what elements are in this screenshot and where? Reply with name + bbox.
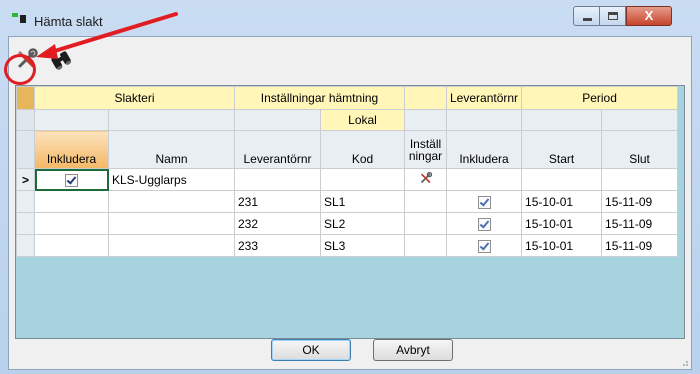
dialog-window: Hämta slakt X Slakteri Inställningar häm…	[0, 0, 700, 374]
checkbox-checked[interactable]	[477, 239, 491, 253]
sub-header-row: Lokal	[16, 109, 679, 131]
title-bar[interactable]: Hämta slakt X	[0, 0, 700, 36]
settings-cell[interactable]	[404, 168, 447, 191]
cell-leverantornr[interactable]: 231	[234, 190, 321, 213]
include-2-cell[interactable]	[445, 234, 523, 257]
cancel-button[interactable]: Avbryt	[373, 339, 453, 361]
wrench-screwdriver-icon[interactable]	[417, 170, 435, 186]
toolbar	[9, 37, 691, 81]
row-header[interactable]	[16, 212, 35, 235]
include-checkbox-cell[interactable]	[34, 168, 109, 191]
cell-kod[interactable]: SL3	[320, 234, 405, 257]
cell-start[interactable]: 15-10-01	[521, 234, 603, 257]
cell-namn[interactable]	[108, 190, 235, 213]
row-header[interactable]	[16, 234, 35, 257]
settings-cell[interactable]	[404, 190, 447, 213]
app-icon	[12, 13, 26, 23]
column-header-installningar[interactable]: Inställ ningar	[404, 130, 447, 169]
corner-cell	[16, 86, 35, 110]
settings-cell[interactable]	[404, 234, 447, 257]
window-title: Hämta slakt	[34, 14, 103, 29]
cell-slut[interactable]: 15-11-09	[601, 190, 679, 213]
column-header-inkludera-2[interactable]: Inkludera	[445, 130, 523, 169]
column-header-row: Inkludera Namn Leverantörnr Kod Inställ …	[16, 130, 679, 169]
group-header-slakteri: Slakteri	[34, 86, 235, 110]
minimize-icon	[583, 18, 592, 21]
data-grid[interactable]: Slakteri Inställningar hämtning Leverant…	[15, 85, 685, 339]
column-header-slut[interactable]: Slut	[601, 130, 679, 169]
select-all-cell[interactable]	[16, 130, 35, 169]
cell-slut[interactable]	[601, 168, 679, 191]
include-checkbox-cell[interactable]	[34, 234, 109, 257]
group-header-empty	[404, 86, 447, 110]
maximize-button[interactable]	[599, 6, 626, 26]
cell-kod[interactable]	[320, 168, 405, 191]
column-header-start[interactable]: Start	[521, 130, 603, 169]
binoculars-icon	[51, 51, 72, 70]
include-2-cell[interactable]	[445, 190, 523, 213]
include-2-cell[interactable]	[445, 168, 523, 191]
cell-slut[interactable]: 15-11-09	[601, 212, 679, 235]
cell-start[interactable]: 15-10-01	[521, 212, 603, 235]
checkbox-checked[interactable]	[477, 195, 491, 209]
checkbox-checked[interactable]	[477, 217, 491, 231]
close-button[interactable]: X	[626, 6, 672, 26]
column-header-leverantornr[interactable]: Leverantörnr	[234, 130, 321, 169]
cell-leverantornr[interactable]: 232	[234, 212, 321, 235]
group-header-period: Period	[521, 86, 679, 110]
settings-cell[interactable]	[404, 212, 447, 235]
ok-button[interactable]: OK	[271, 339, 351, 361]
cell-start[interactable]: 15-10-01	[521, 190, 603, 213]
row-header[interactable]	[16, 190, 35, 213]
dialog-content: Slakteri Inställningar hämtning Leverant…	[8, 36, 692, 370]
cell-leverantornr[interactable]: 233	[234, 234, 321, 257]
table-row[interactable]: 233 SL3 15-10-01 15-11-09	[16, 234, 679, 257]
maximize-icon	[608, 12, 618, 20]
include-checkbox-cell[interactable]	[34, 190, 109, 213]
close-icon: X	[644, 8, 654, 23]
group-header-installningar: Inställningar hämtning	[234, 86, 405, 110]
checkbox-checked[interactable]	[65, 173, 78, 187]
group-header-leverantornr: Leverantörnr	[445, 86, 523, 110]
column-header-inkludera[interactable]: Inkludera	[34, 130, 109, 169]
search-tool-button[interactable]	[47, 45, 75, 73]
cell-start[interactable]	[521, 168, 603, 191]
include-2-cell[interactable]	[445, 212, 523, 235]
cell-kod[interactable]: SL1	[320, 190, 405, 213]
current-row-marker: >	[16, 168, 35, 191]
button-bar: OK Avbryt	[9, 339, 691, 369]
cell-kod[interactable]: SL2	[320, 212, 405, 235]
cell-namn[interactable]	[108, 212, 235, 235]
annotation-circle	[4, 54, 36, 85]
column-header-kod[interactable]: Kod	[320, 130, 405, 169]
table-row[interactable]: 232 SL2 15-10-01 15-11-09	[16, 212, 679, 235]
cell-slut[interactable]: 15-11-09	[601, 234, 679, 257]
minimize-button[interactable]	[573, 6, 600, 26]
column-header-namn[interactable]: Namn	[108, 130, 235, 169]
resize-grip-icon[interactable]	[679, 357, 689, 367]
cell-namn[interactable]	[108, 234, 235, 257]
group-header-row: Slakteri Inställningar hämtning Leverant…	[16, 86, 679, 110]
table-row[interactable]: 231 SL1 15-10-01 15-11-09	[16, 190, 679, 213]
cell-leverantornr[interactable]	[234, 168, 321, 191]
cell-namn[interactable]: KLS-Ugglarps	[108, 168, 235, 191]
sub-header-lokal: Lokal	[320, 109, 405, 131]
include-checkbox-cell[interactable]	[34, 212, 109, 235]
table-row[interactable]: > KLS-Ugglarps	[16, 168, 679, 191]
